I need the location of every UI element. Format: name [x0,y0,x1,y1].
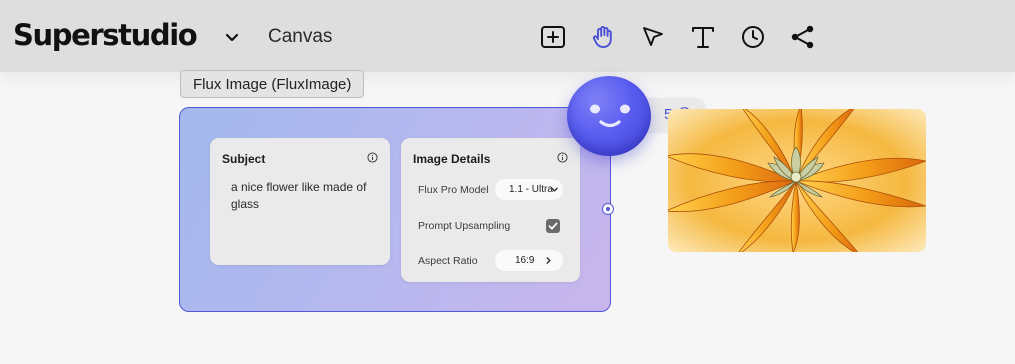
model-label: Flux Pro Model [418,184,489,196]
upsampling-label: Prompt Upsampling [418,220,511,232]
app-title[interactable]: Superstudio [13,18,198,52]
text-tool-button[interactable] [690,24,716,50]
text-icon [692,27,714,48]
hand-icon [592,26,612,48]
add-node-button[interactable] [540,24,566,50]
glass-flower-image [668,109,926,252]
chevron-down-icon[interactable] [223,28,241,46]
top-bar: Superstudio Canvas [0,0,1015,72]
subject-card: Subject a nice flower like made of glass [210,138,390,265]
flux-image-node[interactable]: Subject a nice flower like made of glass… [179,107,611,312]
history-button[interactable] [740,24,766,50]
assistant-mascot[interactable] [567,76,651,156]
smiley-face-icon [590,104,630,128]
image-details-card: Image Details Flux Pro Model 1.1 - Ultra… [401,138,580,282]
share-button[interactable] [790,24,816,50]
select-tool-button[interactable] [640,24,666,50]
share-icon [791,25,814,49]
model-value: 1.1 - Ultra [509,184,553,195]
aspect-ratio-value: 16:9 [515,255,535,266]
plus-square-icon [541,26,565,48]
image-details-title: Image Details [413,152,491,166]
page-title: Canvas [268,26,333,47]
info-icon[interactable] [367,152,378,163]
upsampling-checkbox[interactable] [546,219,560,233]
pointer-icon [643,27,663,46]
chevron-right-icon [546,257,551,264]
generated-image[interactable] [668,109,926,252]
output-port[interactable] [602,203,614,215]
check-icon [548,222,558,230]
aspect-ratio-select[interactable]: 16:9 [495,250,563,271]
clock-icon [742,26,764,48]
chevron-down-icon [551,187,558,192]
prompt-textarea[interactable]: a nice flower like made of glass [231,179,381,213]
pan-tool-button[interactable] [590,24,616,50]
node-type-label[interactable]: Flux Image (FluxImage) [180,70,365,98]
model-select[interactable]: 1.1 - Ultra [495,179,563,200]
subject-title: Subject [222,152,266,166]
aspect-ratio-label: Aspect Ratio [418,255,478,267]
